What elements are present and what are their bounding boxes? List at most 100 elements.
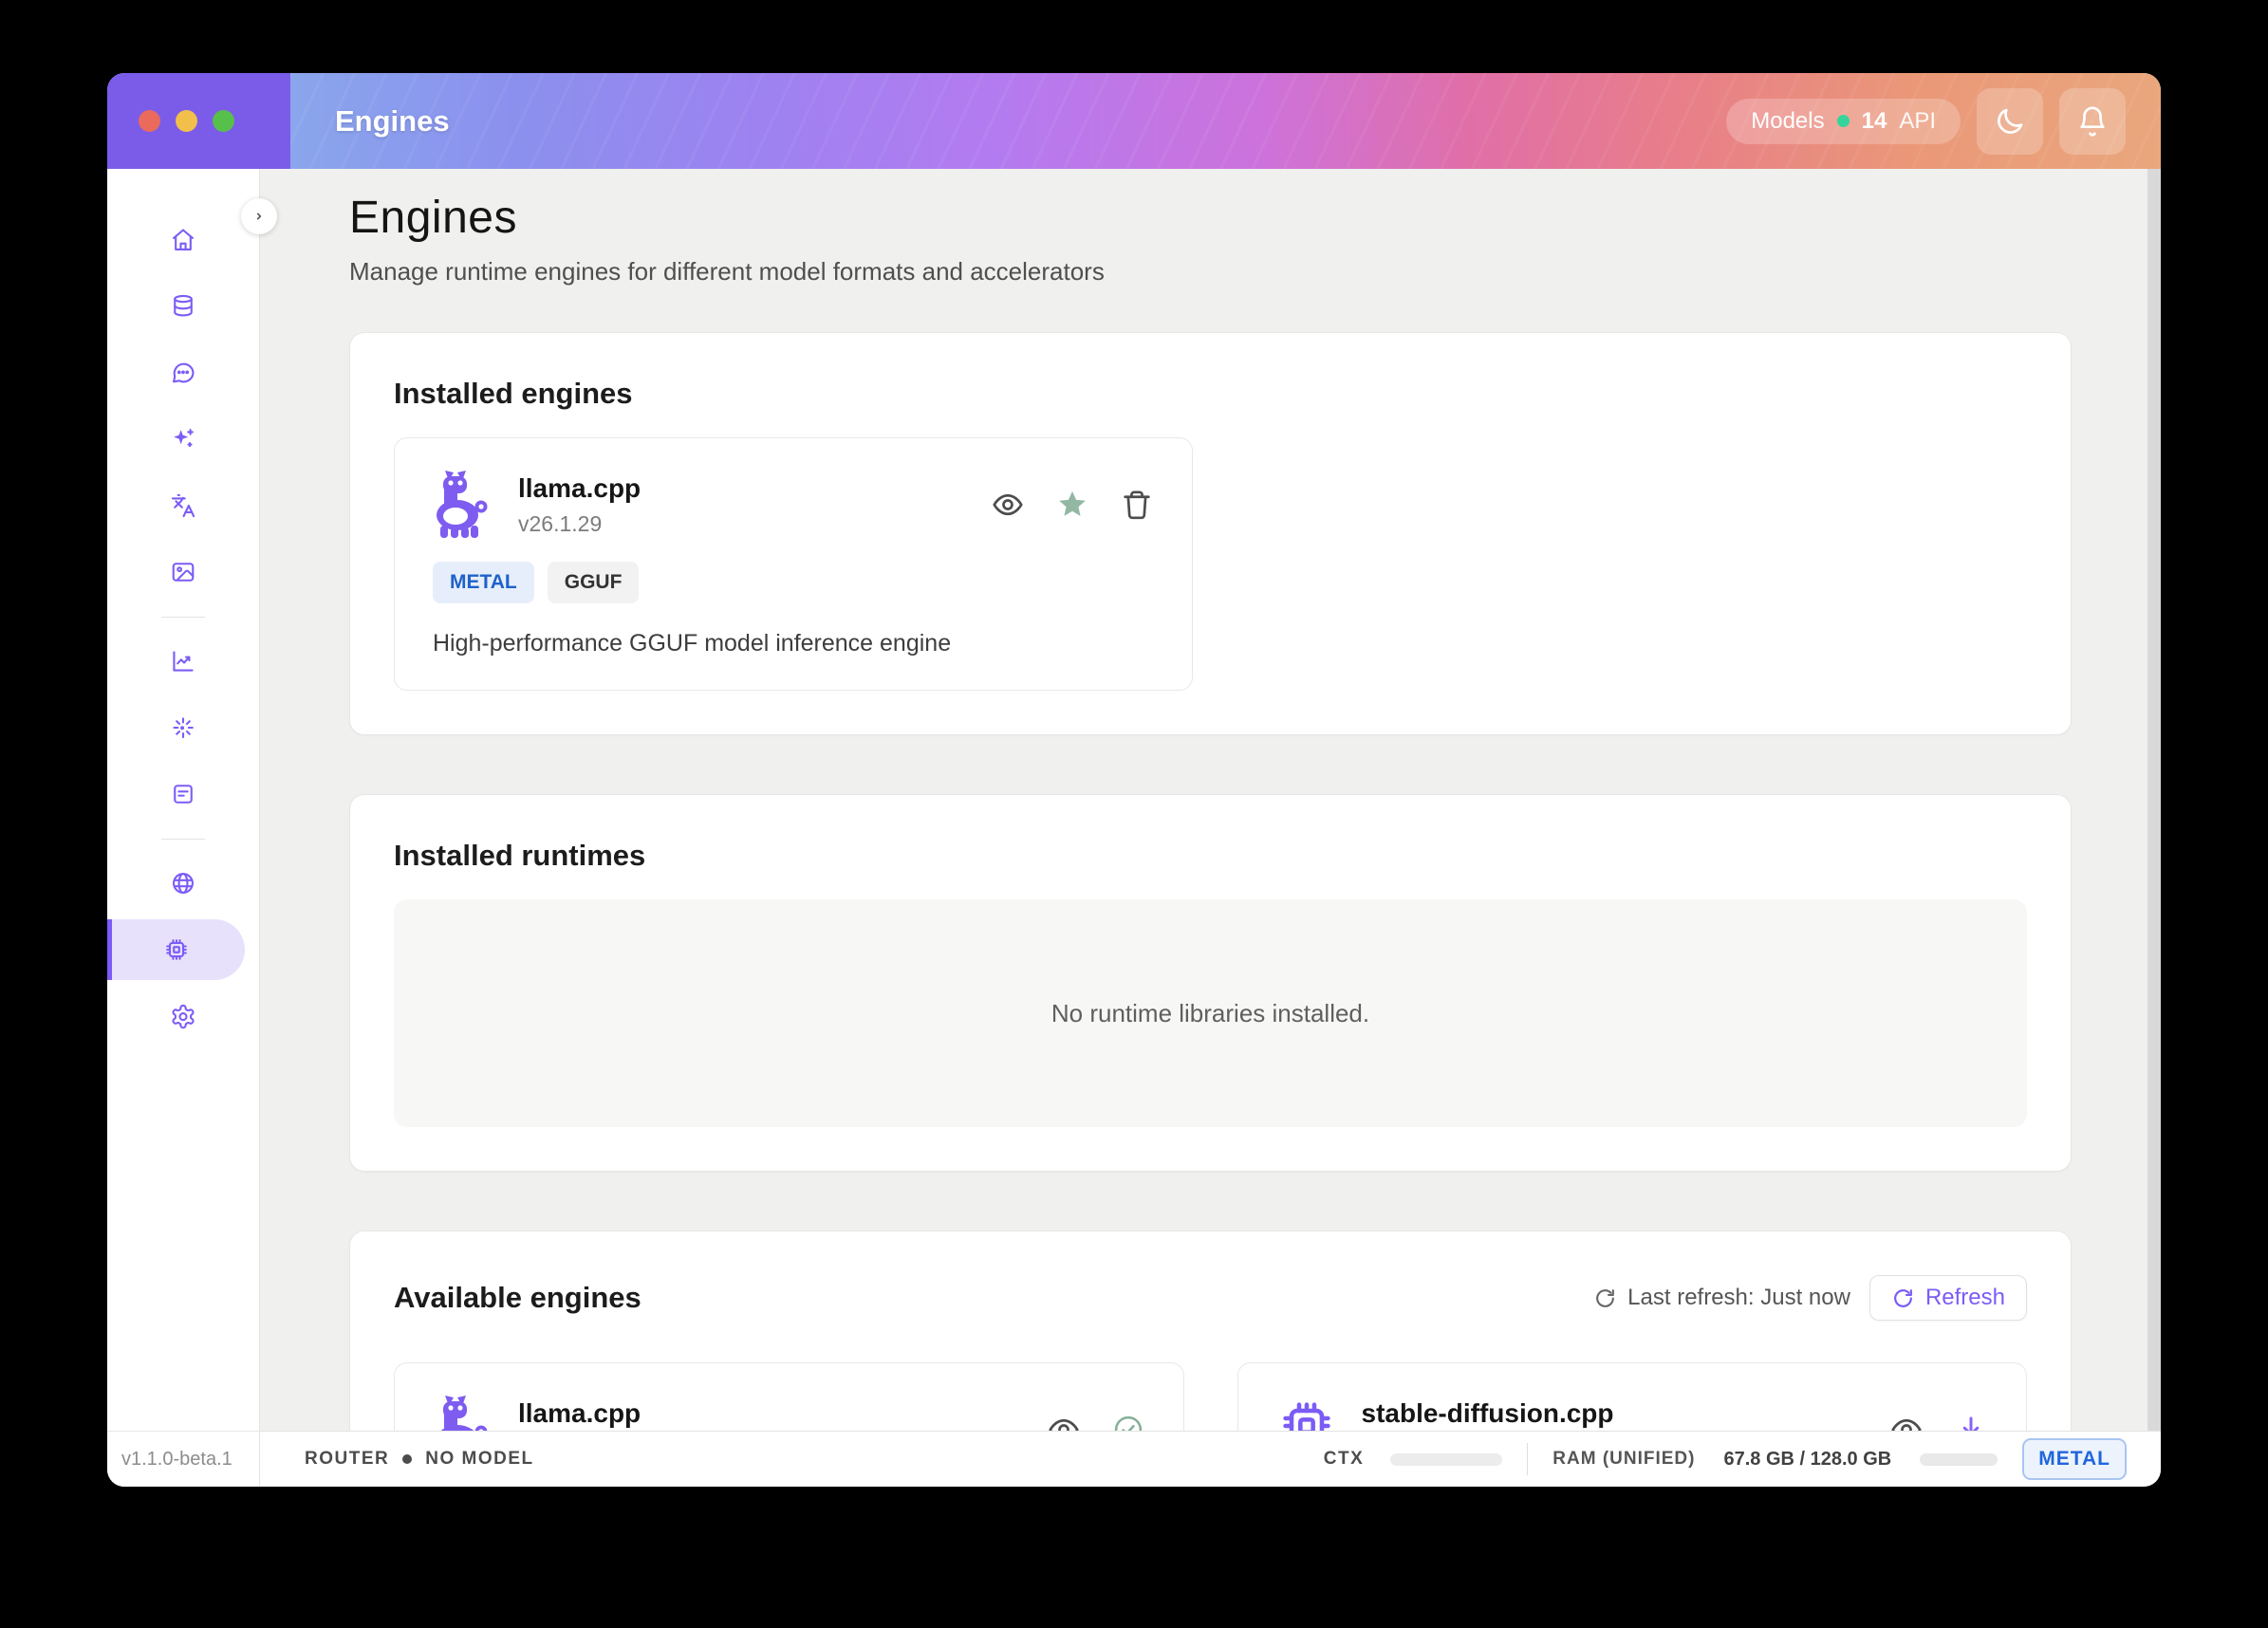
main-scroll-area[interactable]: Engines Manage runtime engines for diffe… bbox=[260, 169, 2161, 1431]
gear-icon bbox=[170, 1003, 196, 1029]
engine-name: stable-diffusion.cpp bbox=[1362, 1398, 1614, 1429]
last-refresh-status: Last refresh: Just now bbox=[1593, 1285, 1850, 1311]
window-body: v1.1.0-beta.1 Engines Manage runtime eng… bbox=[107, 169, 2161, 1487]
chevron-right-icon bbox=[251, 209, 267, 224]
delete-engine-button[interactable] bbox=[1120, 488, 1154, 522]
router-label: ROUTER bbox=[305, 1449, 389, 1470]
model-label: NO MODEL bbox=[425, 1449, 533, 1470]
engine-version: v26.1.29 bbox=[518, 511, 641, 537]
database-icon bbox=[170, 293, 196, 320]
api-status-dot bbox=[1837, 115, 1850, 127]
minimize-window-button[interactable] bbox=[176, 110, 197, 132]
sidebar-item-settings[interactable] bbox=[107, 983, 259, 1049]
refresh-icon bbox=[1593, 1286, 1617, 1310]
router-status: ROUTER NO MODEL bbox=[305, 1449, 534, 1470]
note-icon bbox=[170, 781, 196, 807]
close-window-button[interactable] bbox=[139, 110, 160, 132]
api-label: API bbox=[1899, 108, 1936, 135]
sidebar-item-notes[interactable] bbox=[107, 761, 259, 827]
available-engines-panel: Available engines Last refresh: Just now bbox=[349, 1230, 2072, 1431]
download-engine-button[interactable] bbox=[1954, 1413, 1988, 1431]
available-engines-title: Available engines bbox=[394, 1281, 641, 1315]
app-version: v1.1.0-beta.1 bbox=[107, 1431, 259, 1487]
ram-value: 67.8 GB / 128.0 GB bbox=[1723, 1449, 1891, 1471]
sidebar-item-chat[interactable] bbox=[107, 340, 259, 406]
available-engine-card: stable-diffusion.cpp v26.1.29 bbox=[1237, 1362, 2028, 1431]
sidebar-item-translate[interactable] bbox=[107, 472, 259, 539]
trash-icon bbox=[1120, 488, 1154, 522]
chart-line-icon bbox=[170, 648, 196, 675]
app-window: Engines Models 14 API bbox=[107, 73, 2161, 1487]
globe-icon bbox=[170, 870, 196, 897]
sidebar-item-analytics[interactable] bbox=[107, 628, 259, 694]
statusbar-divider bbox=[1527, 1443, 1528, 1475]
main-content: Engines Manage runtime engines for diffe… bbox=[260, 169, 2161, 1431]
sidebar-item-images[interactable] bbox=[107, 539, 259, 605]
titlebar: Engines Models 14 API bbox=[107, 73, 2161, 169]
home-icon bbox=[170, 227, 196, 253]
models-pill-label: Models bbox=[1751, 108, 1824, 135]
refresh-icon bbox=[1891, 1286, 1915, 1310]
view-engine-button[interactable] bbox=[991, 488, 1025, 522]
page-title: Engines bbox=[349, 192, 2072, 244]
view-engine-button[interactable] bbox=[1047, 1413, 1081, 1431]
sparkles-icon bbox=[170, 426, 196, 453]
traffic-light-block bbox=[107, 73, 290, 169]
installed-engines-panel: Installed engines bbox=[349, 332, 2072, 735]
ram-progress-bar bbox=[1920, 1453, 1998, 1466]
favorite-engine-button[interactable] bbox=[1055, 488, 1089, 522]
sidebar-item-activity[interactable] bbox=[107, 694, 259, 761]
model-status-dot bbox=[402, 1454, 412, 1464]
format-badge: METAL bbox=[433, 562, 534, 603]
refresh-button[interactable]: Refresh bbox=[1869, 1275, 2027, 1321]
installed-runtimes-panel: Installed runtimes No runtime libraries … bbox=[349, 794, 2072, 1172]
zoom-window-button[interactable] bbox=[213, 110, 234, 132]
titlebar-gradient: Engines Models 14 API bbox=[290, 73, 2161, 169]
statusbar: ROUTER NO MODEL CTX RAM (UNIFIED) 67.8 G… bbox=[260, 1431, 2161, 1487]
sidebar-divider bbox=[107, 827, 259, 850]
ram-label: RAM (UNIFIED) bbox=[1552, 1449, 1695, 1470]
screen: Engines Models 14 API bbox=[0, 0, 2268, 1628]
view-engine-button[interactable] bbox=[1889, 1413, 1924, 1431]
chip-icon bbox=[163, 936, 190, 963]
llama-icon bbox=[433, 471, 493, 539]
moon-icon bbox=[1994, 105, 2026, 138]
installed-check-indicator bbox=[1111, 1413, 1145, 1431]
theme-toggle-button[interactable] bbox=[1977, 88, 2043, 155]
chip-icon bbox=[1276, 1396, 1337, 1431]
chat-icon bbox=[170, 360, 196, 386]
sidebar-collapse-button[interactable] bbox=[241, 198, 277, 234]
notifications-button[interactable] bbox=[2059, 88, 2126, 155]
engine-name: llama.cpp bbox=[518, 1398, 641, 1429]
sidebar: v1.1.0-beta.1 bbox=[107, 169, 260, 1487]
content-column: Engines Manage runtime engines for diffe… bbox=[260, 169, 2161, 1487]
ctx-progress-bar bbox=[1390, 1453, 1502, 1466]
api-count: 14 bbox=[1862, 108, 1887, 135]
burst-icon bbox=[170, 714, 196, 741]
engine-name: llama.cpp bbox=[518, 473, 641, 504]
models-status-pill[interactable]: Models 14 API bbox=[1726, 99, 1961, 144]
sidebar-item-assistants[interactable] bbox=[107, 406, 259, 472]
sidebar-item-models[interactable] bbox=[107, 273, 259, 340]
check-circle-icon bbox=[1111, 1413, 1145, 1431]
engine-description: High-performance GGUF model inference en… bbox=[433, 630, 1154, 657]
page-subtitle: Manage runtime engines for different mod… bbox=[349, 257, 2072, 287]
download-icon bbox=[1954, 1413, 1988, 1431]
bell-icon bbox=[2076, 105, 2109, 138]
sidebar-nav bbox=[107, 169, 259, 1049]
format-badge: GGUF bbox=[548, 562, 640, 603]
sidebar-divider bbox=[107, 605, 259, 628]
image-icon bbox=[170, 559, 196, 585]
accelerator-badge: METAL bbox=[2022, 1438, 2127, 1480]
scrollbar[interactable] bbox=[2147, 169, 2161, 1431]
eye-icon bbox=[991, 488, 1025, 522]
sidebar-item-web[interactable] bbox=[107, 850, 259, 916]
runtimes-empty-state: No runtime libraries installed. bbox=[394, 899, 2027, 1127]
sidebar-item-home[interactable] bbox=[107, 207, 259, 273]
last-refresh-text: Last refresh: Just now bbox=[1627, 1285, 1850, 1311]
refresh-button-label: Refresh bbox=[1925, 1285, 2005, 1311]
languages-icon bbox=[170, 492, 196, 519]
sidebar-item-engines[interactable] bbox=[107, 919, 245, 980]
installed-runtimes-title: Installed runtimes bbox=[394, 839, 2027, 873]
eye-icon bbox=[1889, 1413, 1924, 1431]
